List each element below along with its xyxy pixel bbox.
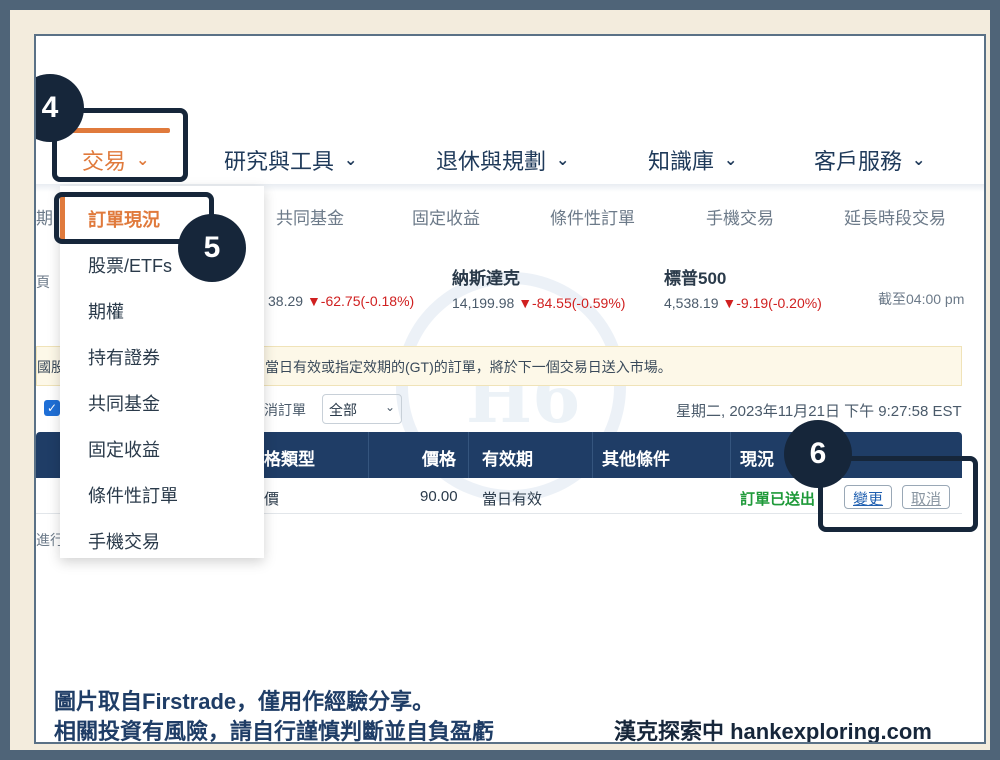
footer-source-note: 圖片取自Firstrade，僅用作經驗分享。 (54, 689, 435, 714)
select-all-checkbox[interactable]: ✓ (44, 400, 60, 416)
menu-item-stocks-etfs[interactable]: 股票/ETFs (88, 252, 172, 278)
nav-service[interactable]: 客戶服務 ⌄ (814, 144, 925, 176)
screenshot-area: H6 交易 ⌄ 研究與工具 ⌄ 退休與規劃 ⌄ 知識庫 ⌄ 客戶服務 ⌄ 期 共… (36, 36, 984, 558)
market-quote: 4,538.19 ▼-9.19(-0.20%) (664, 295, 822, 311)
nav-service-label: 客戶服務 (814, 149, 903, 174)
subnav-item-futures[interactable]: 期 (36, 204, 53, 229)
menu-item-conditional[interactable]: 條件性訂單 (88, 482, 178, 508)
cell-type: 價 (264, 491, 280, 508)
market-change: ▼-9.19(-0.20%) (722, 295, 822, 311)
col-price: 價格 (422, 450, 456, 469)
column-divider (468, 432, 469, 478)
subnav-item-mobile[interactable]: 手機交易 (706, 204, 774, 229)
column-divider (592, 432, 593, 478)
menu-item-options[interactable]: 期權 (88, 298, 124, 324)
menu-item-mutual-funds[interactable]: 共同基金 (88, 390, 160, 416)
order-filter-select[interactable]: 全部 ⌄ (322, 394, 402, 424)
market-name: 標普500 (664, 269, 727, 288)
cell-price: 90.00 (420, 488, 458, 505)
col-other: 其他條件 (602, 450, 670, 469)
menu-item-mobile[interactable]: 手機交易 (88, 528, 160, 554)
col-order-type: 格類型 (264, 450, 315, 469)
market-change: ▼-84.55(-0.59%) (518, 295, 626, 311)
filter-label: 消訂單 (264, 402, 306, 418)
chevron-down-icon: ⌄ (344, 152, 358, 169)
col-status: 現況 (740, 450, 774, 469)
menu-item-fixed-income[interactable]: 固定收益 (88, 436, 160, 462)
market-name: 納斯達克 (452, 269, 520, 288)
footer-risk-note: 相關投資有風險，請自行謹慎判斷並自負盈虧 (54, 719, 495, 744)
nav-retirement[interactable]: 退休與規劃 ⌄ (436, 144, 569, 176)
market-dow: 38.29 ▼-62.75(-0.18%) (268, 264, 414, 309)
menu-item-holdings[interactable]: 持有證券 (88, 344, 160, 370)
nav-retirement-label: 退休與規劃 (436, 149, 547, 174)
market-value: 38.29 (268, 293, 304, 309)
subnav-item-funds[interactable]: 共同基金 (276, 204, 344, 229)
market-quote: 38.29 ▼-62.75(-0.18%) (268, 293, 414, 309)
nav-research-label: 研究與工具 (224, 149, 335, 174)
col-validity: 有效期 (482, 450, 533, 469)
chevron-down-icon: ⌄ (724, 152, 738, 169)
subnav-item-fixed-income[interactable]: 固定收益 (412, 204, 480, 229)
cell-validity: 當日有效 (482, 491, 543, 508)
market-sp500: 標普500 4,538.19 ▼-9.19(-0.20%) (664, 264, 822, 311)
market-nasdaq: 納斯達克 14,199.98 ▼-84.55(-0.59%) (452, 264, 625, 311)
cut-page-text: 頁 (36, 274, 50, 290)
chevron-down-icon: ⌄ (384, 400, 395, 414)
nav-research[interactable]: 研究與工具 ⌄ (224, 144, 357, 176)
market-change: ▼-62.75(-0.18%) (306, 293, 415, 309)
subnav-item-conditional[interactable]: 條件性訂單 (550, 204, 635, 229)
chevron-down-icon: ⌄ (556, 152, 570, 169)
market-quote: 14,199.98 ▼-84.55(-0.59%) (452, 295, 625, 311)
step-badge-5: 5 (178, 214, 246, 282)
chevron-down-icon: ⌄ (912, 152, 926, 169)
cell-status: 訂單已送出 (740, 491, 816, 508)
nav-knowledge-label: 知識庫 (648, 149, 715, 174)
select-value: 全部 (329, 402, 357, 418)
market-value: 4,538.19 (664, 295, 719, 311)
step-badge-6: 6 (784, 420, 852, 488)
content-panel: H6 交易 ⌄ 研究與工具 ⌄ 退休與規劃 ⌄ 知識庫 ⌄ 客戶服務 ⌄ 期 共… (34, 34, 986, 744)
market-value: 14,199.98 (452, 295, 515, 311)
current-datetime: 星期二, 2023年11月21日 下午 9:27:58 EST (676, 403, 962, 420)
notice-text: 當日有效或指定效期的(GT)的訂單，將於下一個交易日送入市場。 (265, 359, 672, 375)
column-divider (368, 432, 369, 478)
subnav-item-extended[interactable]: 延長時段交易 (844, 204, 946, 229)
footer-brand: 漢克探索中 hankexploring.com (614, 719, 932, 744)
market-as-of: 截至04:00 pm (878, 291, 965, 307)
outer-frame: H6 交易 ⌄ 研究與工具 ⌄ 退休與規劃 ⌄ 知識庫 ⌄ 客戶服務 ⌄ 期 共… (10, 10, 990, 750)
column-divider (730, 432, 731, 478)
nav-knowledge[interactable]: 知識庫 ⌄ (648, 144, 737, 176)
